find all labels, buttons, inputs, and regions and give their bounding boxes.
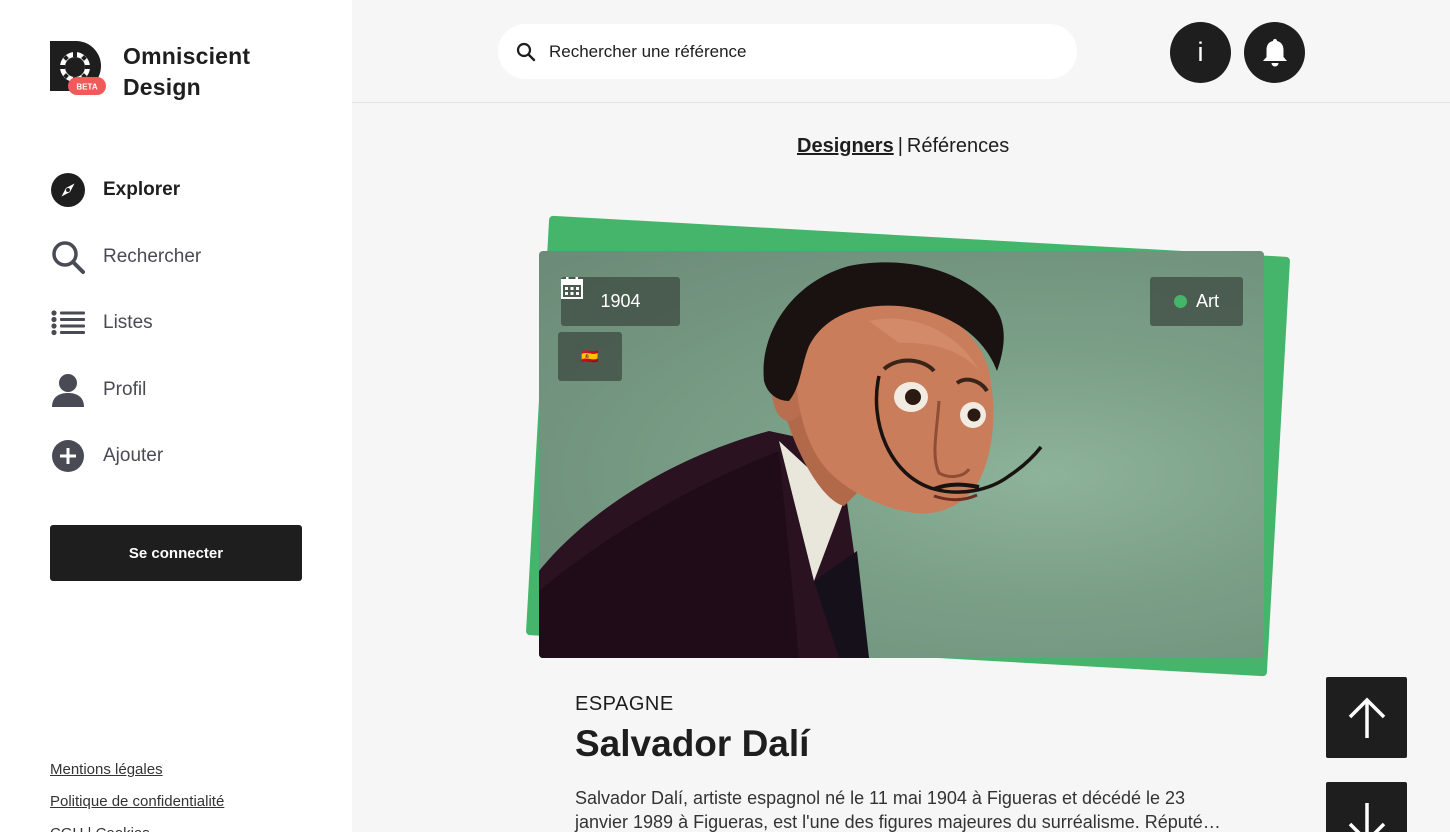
nav-item-rechercher[interactable]: Rechercher bbox=[50, 237, 310, 277]
category-dot-icon bbox=[1173, 295, 1187, 308]
arrow-down-icon bbox=[1348, 802, 1385, 832]
privacy-policy-link[interactable]: Politique de confidentialité bbox=[50, 791, 224, 812]
next-button[interactable] bbox=[1326, 782, 1407, 832]
designer-photo[interactable]: 1904 🇪🇸 Art bbox=[539, 251, 1264, 658]
login-button[interactable]: Se connecter bbox=[50, 525, 302, 581]
search-icon bbox=[516, 42, 536, 61]
designer-name[interactable]: Salvador Dalí bbox=[575, 723, 809, 765]
designer-country: ESPAGNE bbox=[575, 693, 674, 715]
brand-name: Omniscient Design bbox=[123, 41, 250, 103]
info-button[interactable]: i bbox=[1170, 22, 1231, 83]
nav-item-ajouter[interactable]: Ajouter bbox=[50, 436, 310, 476]
year-value: 1904 bbox=[600, 291, 641, 311]
flag-spain-icon: 🇪🇸 bbox=[581, 348, 599, 364]
sidebar: BETA Omniscient Design Explorer Recherch… bbox=[0, 0, 352, 832]
list-icon bbox=[50, 305, 86, 341]
nav-item-profil[interactable]: Profil bbox=[50, 370, 310, 410]
legal-notice-link[interactable]: Mentions légales bbox=[50, 759, 224, 780]
notifications-button[interactable] bbox=[1244, 22, 1305, 83]
nav-label-ajouter: Ajouter bbox=[103, 445, 164, 466]
nav-item-explorer[interactable]: Explorer bbox=[50, 170, 310, 210]
nav-item-listes[interactable]: Listes bbox=[50, 303, 310, 343]
plus-circle-icon bbox=[50, 438, 86, 474]
category-label: Art bbox=[1195, 291, 1219, 311]
nav-label-rechercher: Rechercher bbox=[103, 245, 202, 267]
logo-icon[interactable]: BETA bbox=[50, 41, 106, 97]
terms-cookies-link[interactable]: CGU | Cookies bbox=[50, 823, 224, 832]
nav-label-listes: Listes bbox=[103, 312, 153, 333]
search-input[interactable] bbox=[549, 41, 1029, 62]
bell-icon bbox=[1262, 38, 1287, 66]
search-bar[interactable] bbox=[498, 24, 1077, 79]
footer-links: Mentions légales Politique de confidenti… bbox=[50, 759, 224, 832]
tab-separator: | bbox=[897, 135, 903, 157]
beta-badge: BETA bbox=[76, 83, 97, 92]
arrow-up-icon bbox=[1348, 697, 1385, 738]
topbar: i bbox=[352, 0, 1450, 103]
year-chip: 1904 bbox=[561, 277, 680, 326]
tab-designers[interactable]: Designers bbox=[797, 135, 894, 157]
nav-label-profil: Profil bbox=[103, 378, 147, 400]
previous-button[interactable] bbox=[1326, 677, 1407, 758]
nav-label-explorer: Explorer bbox=[103, 179, 181, 200]
user-icon bbox=[50, 372, 86, 408]
calendar-icon bbox=[561, 277, 583, 299]
country-flag-chip: 🇪🇸 bbox=[558, 332, 622, 381]
brand-line-1: Omniscient bbox=[123, 43, 251, 69]
compass-icon bbox=[50, 172, 86, 208]
search-icon bbox=[50, 239, 86, 275]
brand-line-2: Design bbox=[123, 74, 201, 100]
tab-references[interactable]: Références bbox=[907, 135, 1009, 157]
category-chip[interactable]: Art bbox=[1150, 277, 1243, 326]
main-nav: Explorer Rechercher Listes Profil Ajoute… bbox=[50, 170, 310, 503]
designer-bio: Salvador Dalí, artiste espagnol né le 11… bbox=[575, 788, 1221, 832]
view-tabs: Designers | Références bbox=[797, 135, 1009, 158]
